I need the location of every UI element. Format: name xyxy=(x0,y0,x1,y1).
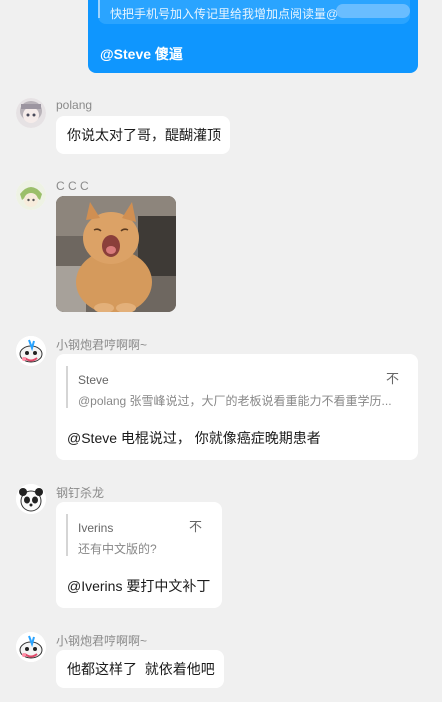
own-message-quote[interactable]: 快把手机号加入传记里给我增加点阅读量@ xyxy=(98,0,410,24)
message-bubble[interactable]: 你说太对了哥，醍醐灌顶 xyxy=(56,116,230,154)
quote-bar xyxy=(66,514,68,556)
avatar-gangdingshalong[interactable] xyxy=(16,484,46,514)
blurred-phone-number xyxy=(336,4,410,18)
message-text: @Iverins 要打中文补丁 xyxy=(67,578,211,594)
quote-jump-icon[interactable]: 不 xyxy=(386,369,399,389)
quoted-text[interactable]: @polang 张雪峰说过，大厂的老板说看重能力不看重学历... xyxy=(78,391,398,411)
quote-jump-icon[interactable]: 不 xyxy=(189,517,202,537)
sender-name: 小钢炮君哼啊啊~ xyxy=(56,338,148,352)
quoted-text[interactable]: 还有中文版的? xyxy=(78,539,157,559)
avatar-xiaogangpao[interactable] xyxy=(16,632,46,662)
quote-bar xyxy=(98,0,100,18)
sender-name: 钢钉杀龙 xyxy=(56,486,105,500)
shared-image-yawning-cat[interactable] xyxy=(56,196,176,312)
quote-bar xyxy=(66,366,68,408)
avatar-ccc[interactable] xyxy=(16,180,46,210)
avatar-polang[interactable] xyxy=(16,98,46,128)
avatar-xiaogangpao[interactable] xyxy=(16,336,46,366)
sender-name: polang xyxy=(56,98,93,112)
message-text: 他都这样了 就依着他吧 xyxy=(67,661,215,677)
own-quote-text: 快把手机号加入传记里给我增加点阅读量@ xyxy=(110,7,339,21)
message-bubble[interactable]: Iverins 不 还有中文版的? @Iverins 要打中文补丁 xyxy=(56,502,222,608)
sender-name: C C C xyxy=(56,179,89,193)
quoted-sender: Steve xyxy=(78,373,109,387)
message-text: @Steve 电棍说过， 你就像癌症晚期患者 xyxy=(67,430,321,446)
message-bubble[interactable]: 他都这样了 就依着他吧 xyxy=(56,650,224,688)
quoted-sender: Iverins xyxy=(78,521,114,535)
message-bubble[interactable]: Steve 不 @polang 张雪峰说过，大厂的老板说看重能力不看重学历...… xyxy=(56,354,418,460)
own-message-text: @Steve 傻逼 xyxy=(100,46,183,62)
sender-name: 小钢炮君哼啊啊~ xyxy=(56,634,148,648)
message-text: 你说太对了哥，醍醐灌顶 xyxy=(67,127,221,143)
own-message-bubble[interactable]: 快把手机号加入传记里给我增加点阅读量@ @Steve 傻逼 xyxy=(88,0,418,73)
